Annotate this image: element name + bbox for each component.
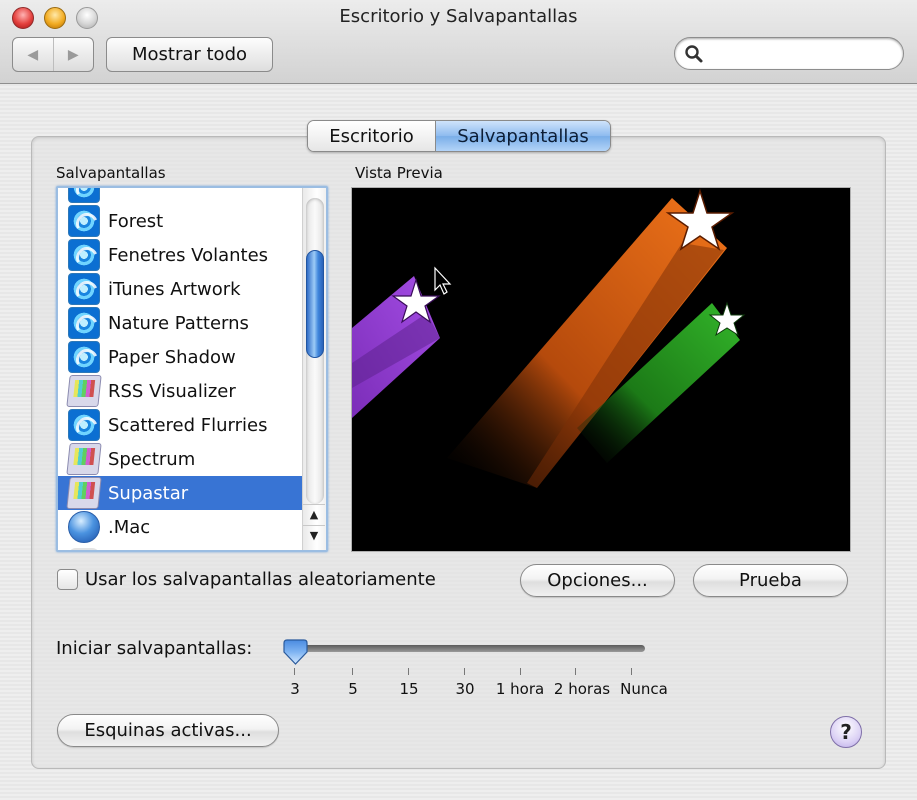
start-slider-knob[interactable]	[283, 638, 308, 666]
list-item[interactable]: Forest	[58, 204, 303, 238]
screensavers-list-label: Salvapantallas	[56, 164, 166, 182]
slider-tick	[464, 668, 465, 675]
test-button[interactable]: Prueba	[693, 564, 848, 597]
swirl-icon	[68, 273, 100, 305]
slider-tick	[294, 668, 295, 675]
show-all-button[interactable]: Mostrar todo	[106, 37, 273, 72]
cloud-icon	[68, 548, 100, 550]
forward-button[interactable]: ▶	[52, 38, 94, 71]
slider-tick	[408, 668, 409, 675]
globe-icon	[68, 511, 100, 543]
swirl-icon	[68, 307, 100, 339]
tv-test-pattern-icon	[66, 477, 102, 509]
arrow-left-icon: ◀	[27, 46, 39, 63]
slider-tick	[352, 668, 353, 675]
slider-tick-label: 5	[348, 680, 358, 698]
swirl-icon	[68, 188, 100, 203]
list-item-partial-top[interactable]	[58, 188, 303, 204]
window-titlebar: Escritorio y Salvapantallas ◀ ▶ Mostrar …	[0, 0, 917, 84]
search-input[interactable]	[707, 42, 892, 66]
scrollbar-thumb[interactable]	[306, 250, 324, 358]
screensaver-rows: Forest Fenetres Volantes iTunes Artwork …	[58, 188, 303, 550]
slider-tick	[575, 668, 576, 675]
scroll-up-button[interactable]: ▲	[303, 504, 325, 524]
list-item[interactable]: Fenetres Volantes	[58, 238, 303, 272]
mouse-cursor-icon	[434, 266, 452, 295]
slider-tick-label: 3	[290, 680, 300, 698]
scroll-down-button[interactable]: ▼	[303, 525, 325, 545]
random-screensaver-checkbox[interactable]	[57, 569, 78, 590]
swirl-icon	[68, 409, 100, 441]
list-item[interactable]: Paper Shadow	[58, 340, 303, 374]
list-item-label: Spectrum	[108, 448, 196, 470]
tv-test-pattern-icon	[66, 443, 102, 475]
list-item[interactable]: .Mac	[58, 510, 303, 544]
question-mark-icon: ?	[840, 720, 852, 744]
slider-tick	[631, 668, 632, 675]
list-item-label: Nature Patterns	[108, 312, 249, 334]
search-icon	[685, 45, 703, 63]
arrow-right-icon: ▶	[67, 46, 79, 63]
list-item-label: Scattered Flurries	[108, 414, 268, 436]
window-title: Escritorio y Salvapantallas	[339, 6, 578, 27]
list-item-label: Fenetres Volantes	[108, 244, 269, 266]
tv-test-pattern-icon	[66, 375, 102, 407]
slider-tick-label: Nunca	[620, 680, 668, 698]
swirl-icon	[68, 239, 100, 271]
back-button[interactable]: ◀	[13, 38, 53, 71]
hot-corners-button[interactable]: Esquinas activas...	[57, 714, 279, 747]
help-button[interactable]: ?	[830, 716, 862, 748]
tab-salvapantallas[interactable]: Salvapantallas	[436, 121, 610, 151]
swirl-icon	[68, 341, 100, 373]
start-screensaver-label: Iniciar salvapantallas:	[56, 638, 253, 659]
scroll-up-icon: ▲	[309, 508, 319, 521]
list-item[interactable]: Spectrum	[58, 442, 303, 476]
list-scrollbar[interactable]: ▲ ▼	[302, 188, 326, 550]
start-slider-track[interactable]	[287, 645, 645, 652]
tab-escritorio[interactable]: Escritorio	[308, 121, 436, 151]
list-item[interactable]: Scattered Flurries	[58, 408, 303, 442]
preview-label: Vista Previa	[355, 164, 443, 182]
list-item[interactable]: Nature Patterns	[58, 306, 303, 340]
list-item-label: Supastar	[108, 482, 189, 504]
swirl-icon	[68, 205, 100, 237]
screensaver-preview	[351, 187, 851, 552]
list-item-partial-bottom[interactable]	[58, 544, 303, 550]
list-item-label: .Mac	[108, 516, 151, 538]
list-item[interactable]: RSS Visualizer	[58, 374, 303, 408]
screensaver-list[interactable]: Forest Fenetres Volantes iTunes Artwork …	[56, 186, 328, 552]
list-item-label: Paper Shadow	[108, 346, 236, 368]
options-button[interactable]: Opciones...	[520, 564, 675, 597]
scroll-down-icon: ▼	[309, 529, 319, 542]
tab-bar: Escritorio Salvapantallas	[307, 120, 611, 152]
slider-tick-label: 1 hora	[495, 680, 545, 698]
list-item-selected[interactable]: Supastar	[58, 476, 303, 510]
slider-tick	[520, 668, 521, 675]
random-screensaver-label[interactable]: Usar los salvapantallas aleatoriamente	[85, 569, 436, 590]
slider-tick-label: 15	[399, 680, 419, 698]
list-item-label: Forest	[108, 210, 164, 232]
list-item-label: iTunes Artwork	[108, 278, 241, 300]
list-item[interactable]: iTunes Artwork	[58, 272, 303, 306]
list-item-label: RSS Visualizer	[108, 380, 236, 402]
search-field[interactable]	[674, 37, 904, 70]
slider-tick-label: 30	[455, 680, 475, 698]
preview-artwork	[352, 188, 746, 488]
slider-tick-label: 2 horas	[553, 680, 611, 698]
back-forward-group: ◀ ▶	[12, 37, 94, 72]
